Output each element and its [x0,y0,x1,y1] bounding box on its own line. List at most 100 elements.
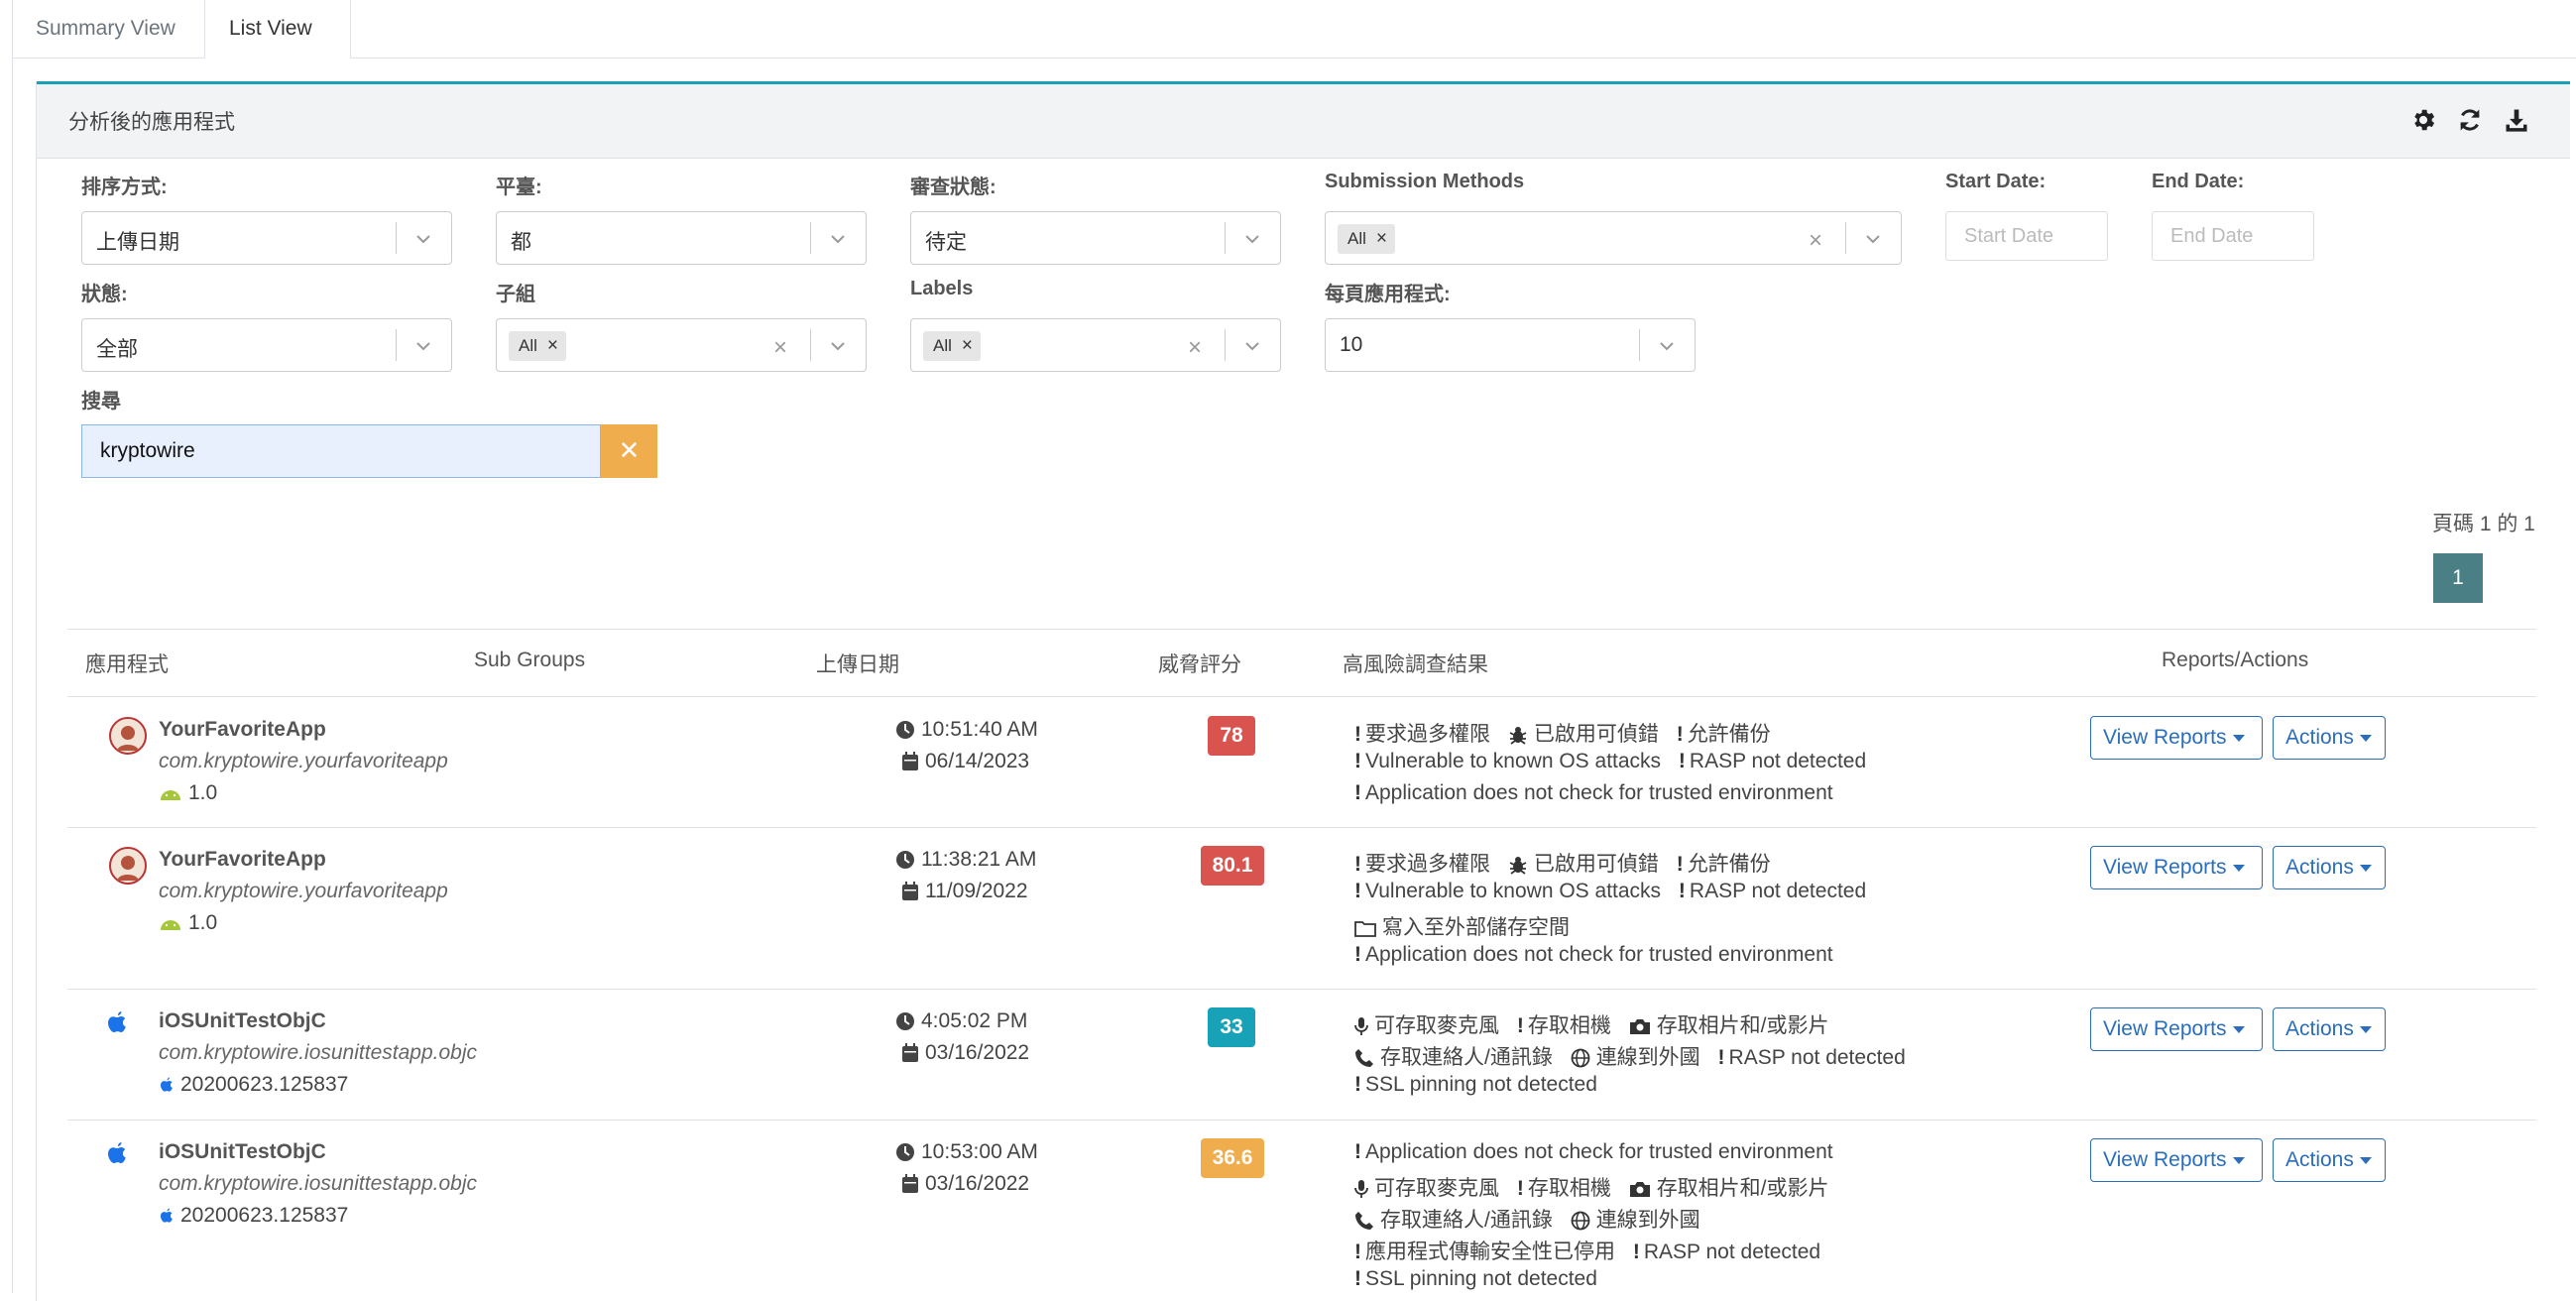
finding-text: RASP not detected [1689,880,1867,902]
actions-button[interactable]: Actions [2273,1007,2386,1051]
chevron-down-icon [828,229,848,249]
finding-line: ! Application does not check for trusted … [1354,943,1833,967]
col-header-subgroups[interactable]: Sub Groups [474,649,585,672]
microphone-icon [1354,1016,1368,1036]
upload-time: 4:05:02 PM [895,1009,1027,1033]
chevron-down-icon [1242,336,1262,356]
page-button-1[interactable]: 1 [2433,553,2483,603]
start-date-input[interactable]: Start Date [1945,211,2108,261]
view-reports-button[interactable]: View Reports [2090,1007,2263,1051]
finding-text: RASP not detected [1728,1046,1906,1069]
finding-text: 可存取麥克風 [1374,1177,1499,1200]
view-reports-button[interactable]: View Reports [2090,716,2263,760]
finding-line: ! Vulnerable to known OS attacks ! RASP no… [1354,880,1866,903]
col-header-findings[interactable]: 高風險調查結果 [1343,649,1488,678]
view-tabs: Summary View List View [12,0,2576,59]
apple-icon [105,1140,129,1166]
button-label: Actions [2285,726,2354,749]
search-clear-button[interactable]: ✕ [601,424,657,478]
review-status-value: 待定 [925,231,967,254]
submission-methods-select[interactable]: All × × [1325,211,1902,265]
select-separator [396,329,397,361]
labels-chip[interactable]: All × [923,331,982,361]
subgroup-chip[interactable]: All × [509,331,567,361]
exclamation-icon: ! [1676,853,1684,876]
submission-chip[interactable]: All × [1338,224,1396,254]
sort-select[interactable]: 上傳日期 [81,211,452,265]
globe-icon [1571,1211,1590,1231]
col-header-upload-date[interactable]: 上傳日期 [816,649,899,678]
apple-icon [159,1076,175,1094]
status-value: 全部 [96,338,138,361]
clear-icon[interactable]: × [1809,227,1822,255]
app-name[interactable]: iOSUnitTestObjC [159,1140,326,1164]
tab-summary-view[interactable]: Summary View [12,0,204,58]
threat-score-badge: 80.1 [1201,846,1264,886]
exclamation-icon: ! [1354,853,1361,876]
date-text: 03/16/2022 [925,1172,1030,1195]
version-text: 20200623.125837 [180,1073,349,1096]
chip-remove-icon[interactable]: × [547,335,558,356]
caret-down-icon [2232,864,2245,872]
subgroup-select[interactable]: All × × [496,318,867,372]
button-label: Actions [2285,1148,2354,1171]
button-label: View Reports [2103,1148,2227,1171]
actions-button[interactable]: Actions [2273,1138,2386,1182]
button-label: Actions [2285,856,2354,879]
finding-line: ! Application does not check for trusted … [1354,781,1833,805]
date-text: 11/09/2022 [925,880,1028,902]
app-name[interactable]: iOSUnitTestObjC [159,1009,326,1033]
review-status-select[interactable]: 待定 [910,211,1281,265]
download-icon[interactable] [2503,106,2530,134]
app-name[interactable]: YourFavoriteApp [159,848,326,872]
clear-icon[interactable]: × [1188,334,1202,362]
time-text: 4:05:02 PM [921,1009,1028,1032]
chevron-down-icon [1863,229,1883,249]
chip-remove-icon[interactable]: × [962,335,973,356]
finding-text: 應用程式傳輸安全性已停用 [1365,1241,1615,1263]
search-input[interactable]: kryptowire [81,424,601,478]
button-label: View Reports [2103,726,2227,749]
app-version: 1.0 [159,911,217,935]
col-header-threat-score[interactable]: 威脅評分 [1158,649,1241,678]
gear-icon[interactable] [2409,106,2437,134]
finding-text: 存取相片和/或影片 [1656,1014,1829,1037]
chip-label: All [933,336,952,355]
finding-text: Vulnerable to known OS attacks [1365,880,1662,902]
app-name[interactable]: YourFavoriteApp [159,718,326,742]
view-reports-button[interactable]: View Reports [2090,846,2263,889]
view-reports-button[interactable]: View Reports [2090,1138,2263,1182]
end-date-input[interactable]: End Date [2152,211,2314,261]
threat-score-badge: 33 [1208,1007,1255,1047]
finding-line: 存取連絡人/通訊錄 連線到外國 [1354,1204,1700,1234]
card-title: 分析後的應用程式 [68,111,235,134]
exclamation-icon: ! [1354,1267,1361,1290]
date-text: 06/14/2023 [925,750,1030,772]
col-header-app[interactable]: 應用程式 [85,649,169,678]
caret-down-icon [2359,1025,2372,1033]
review-status-label: 審查狀態: [910,177,996,198]
actions-button[interactable]: Actions [2273,846,2386,889]
status-select[interactable]: 全部 [81,318,452,372]
chevron-down-icon [1242,229,1262,249]
app-version: 20200623.125837 [159,1073,348,1097]
chip-remove-icon[interactable]: × [1376,228,1387,249]
app-avatar [109,717,147,755]
tab-list-view[interactable]: List View [204,0,351,59]
per-page-select[interactable]: 10 [1325,318,1696,372]
select-separator [1225,222,1226,254]
app-version: 20200623.125837 [159,1204,348,1228]
finding-text: 可存取麥克風 [1374,1014,1499,1037]
table-top-border [67,629,2536,630]
actions-button[interactable]: Actions [2273,716,2386,760]
col-header-reports-actions: Reports/Actions [2162,649,2309,671]
finding-line: ! Application does not check for trusted … [1354,1140,1833,1164]
time-text: 10:51:40 AM [921,718,1038,741]
platform-select[interactable]: 都 [496,211,867,265]
refresh-icon[interactable] [2456,106,2484,134]
clear-icon[interactable]: × [773,334,787,362]
chevron-down-icon [828,336,848,356]
start-date-label: Start Date: [1945,171,2047,192]
labels-select[interactable]: All × × [910,318,1281,372]
select-separator [810,222,811,254]
